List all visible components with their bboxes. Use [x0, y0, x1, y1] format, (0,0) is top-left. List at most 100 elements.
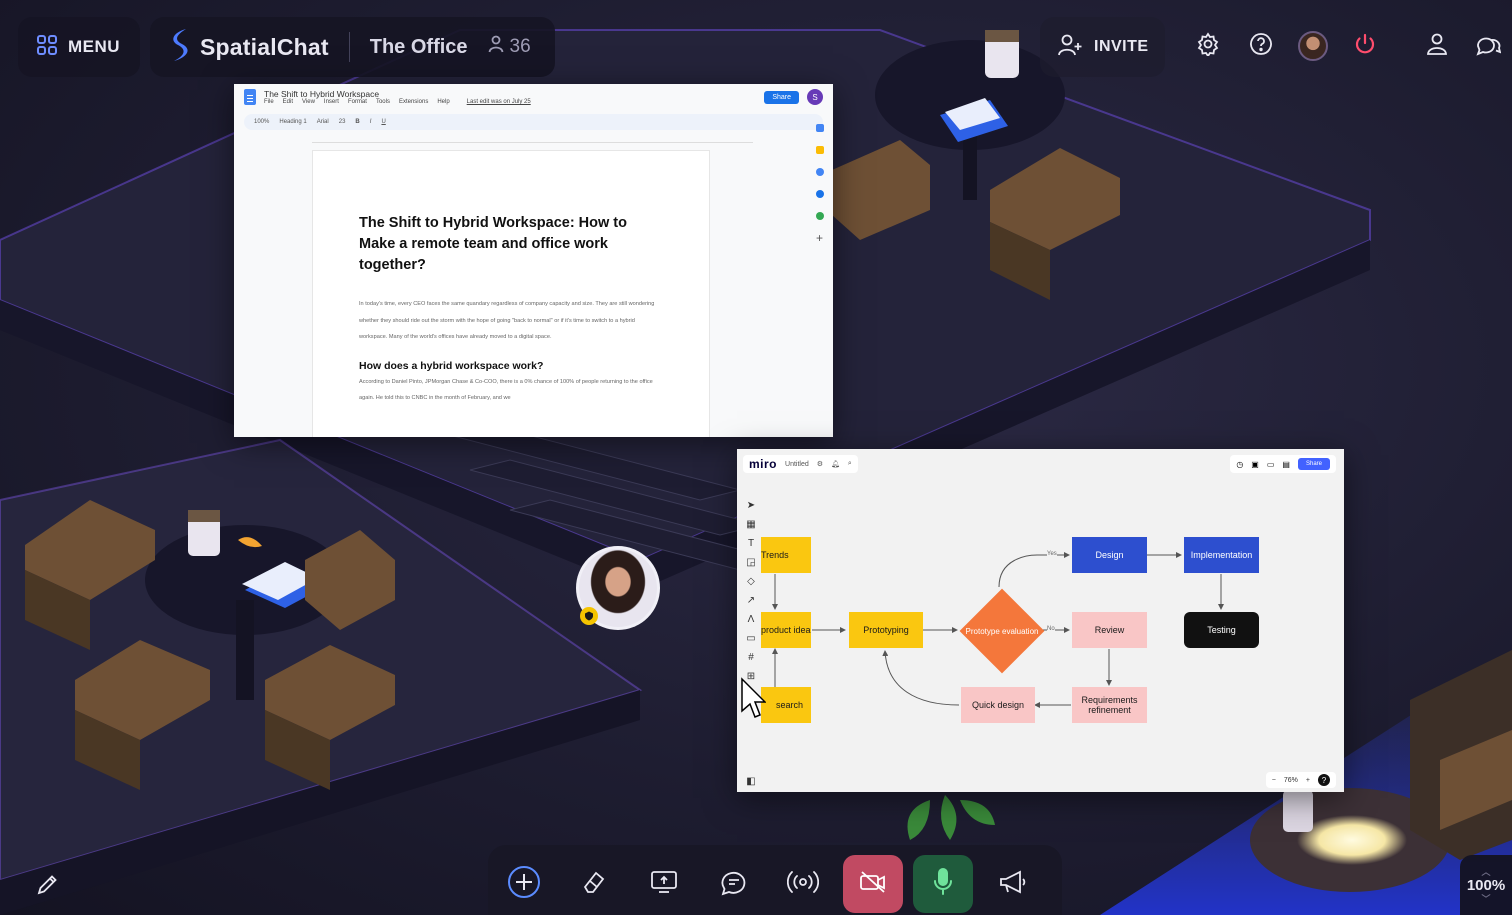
help-icon [1249, 32, 1273, 61]
keep-icon[interactable] [816, 146, 824, 154]
edge-label-yes: Yes [1047, 551, 1057, 557]
camera-toggle-button[interactable] [843, 855, 903, 913]
calendar-icon[interactable] [816, 124, 824, 132]
doc-title[interactable]: The Shift to Hybrid Workspace [264, 89, 531, 99]
screen-share-button[interactable] [634, 855, 694, 913]
doc-font-select[interactable]: Arial [317, 119, 329, 125]
doc-menu-insert[interactable]: Insert [324, 99, 339, 105]
leave-button[interactable] [1347, 28, 1383, 64]
doc-toolbar: 100% Heading 1 Arial 23 B I U [244, 114, 823, 130]
profile-button[interactable] [1419, 28, 1455, 64]
node-review[interactable]: Review [1072, 612, 1147, 648]
doc-zoom-select[interactable]: 100% [254, 119, 269, 125]
bold-icon[interactable]: B [355, 119, 359, 125]
spatialchat-stage: MENU SpatialChat The Office 36 INVITE Th… [0, 0, 1512, 915]
add-addon-icon[interactable]: + [816, 232, 824, 244]
doc-menu-file[interactable]: File [264, 99, 274, 105]
invite-label: INVITE [1094, 38, 1149, 55]
node-product-idea[interactable]: product idea [761, 612, 811, 648]
add-content-button[interactable] [494, 855, 554, 913]
node-search[interactable]: search [761, 687, 811, 723]
message-button[interactable] [704, 855, 764, 913]
node-trends[interactable]: Trends [761, 537, 811, 573]
doc-paragraph-1: In today's time, every CEO faces the sam… [359, 301, 655, 341]
google-docs-icon [244, 89, 256, 105]
megaphone-button[interactable] [983, 855, 1043, 913]
underline-icon[interactable]: U [381, 119, 385, 125]
microphone-icon [932, 867, 954, 902]
zoom-out-button[interactable]: − [1272, 777, 1276, 784]
room-header: SpatialChat The Office 36 [150, 17, 555, 77]
doc-menu-help[interactable]: Help [437, 99, 449, 105]
eraser-icon [581, 869, 607, 900]
doc-heading: The Shift to Hybrid Workspace: How to Ma… [359, 215, 627, 273]
doc-side-panel: + [813, 124, 827, 244]
profile-icon [1426, 33, 1448, 60]
tasks-icon[interactable] [816, 168, 824, 176]
doc-page[interactable]: The Shift to Hybrid Workspace: How to Ma… [312, 150, 710, 437]
broadcast-button[interactable] [773, 855, 833, 913]
participant-count[interactable]: 36 [488, 35, 531, 59]
my-avatar [1298, 31, 1328, 61]
screen-share-google-doc[interactable]: The Shift to Hybrid Workspace File Edit … [234, 84, 833, 437]
doc-menu-format[interactable]: Format [348, 99, 367, 105]
doc-menu-edit[interactable]: Edit [283, 99, 293, 105]
node-testing[interactable]: Testing [1184, 612, 1259, 648]
doc-ruler [312, 133, 753, 143]
chevron-up-icon[interactable]: ︿ [1481, 867, 1490, 877]
room-name: The Office [369, 35, 468, 58]
doc-user-avatar[interactable]: S [807, 89, 823, 105]
broadcast-icon [786, 870, 820, 899]
doc-style-select[interactable]: Heading 1 [279, 119, 306, 125]
doc-paragraph-2: According to Daniel Pinto, JPMorgan Chas… [359, 378, 653, 402]
node-implementation[interactable]: Implementation [1184, 537, 1259, 573]
miro-help-button[interactable]: ? [1318, 774, 1330, 786]
brand-name: SpatialChat [200, 33, 329, 60]
doc-titlebar: The Shift to Hybrid Workspace File Edit … [234, 84, 833, 110]
chat-icon [1475, 32, 1502, 61]
node-design[interactable]: Design [1072, 537, 1147, 573]
draw-button[interactable] [28, 866, 68, 906]
node-requirements-refinement[interactable]: Requirements refinement [1072, 687, 1147, 723]
invite-button[interactable]: INVITE [1040, 17, 1165, 77]
message-icon [720, 868, 748, 901]
pencil-icon [36, 872, 60, 901]
grid-icon [36, 34, 58, 61]
zoom-in-button[interactable]: + [1306, 777, 1310, 784]
miro-zoom-level: 76% [1283, 776, 1298, 784]
doc-size-input[interactable]: 23 [339, 119, 346, 125]
node-prototyping[interactable]: Prototyping [849, 612, 923, 648]
screen-share-miro-board[interactable]: miro Untitled ⚙ 🔔︎ ⌕ ◷ ▣ ▭ ▤ Share ➤ ▦ T… [737, 449, 1344, 792]
gear-icon [1196, 31, 1220, 61]
italic-icon[interactable]: I [370, 119, 372, 125]
microphone-toggle-button[interactable] [913, 855, 973, 913]
my-avatar-button[interactable] [1295, 28, 1331, 64]
settings-button[interactable] [1190, 28, 1226, 64]
doc-subheading: How does a hybrid workspace work? [359, 359, 544, 372]
chevron-down-icon[interactable]: ﹀ [1481, 894, 1490, 904]
plus-icon [506, 864, 542, 905]
doc-menu-extensions[interactable]: Extensions [399, 99, 428, 105]
doc-last-edit[interactable]: Last edit was on July 25 [467, 99, 531, 105]
eraser-button[interactable] [564, 855, 624, 913]
zoom-level-control[interactable]: ︿ 100% ﹀ [1460, 855, 1512, 915]
maps-icon[interactable] [816, 212, 824, 220]
spatialchat-logo-icon [168, 27, 192, 68]
edge-label-no: No [1047, 626, 1055, 632]
chat-button[interactable] [1470, 28, 1506, 64]
miro-zoom-controls: − 76% + ? [1265, 772, 1336, 788]
node-quick-design[interactable]: Quick design [961, 687, 1035, 723]
doc-share-button[interactable]: Share [764, 90, 799, 104]
participant-count-value: 36 [509, 36, 531, 57]
user-icon [488, 35, 504, 59]
add-user-icon [1058, 34, 1082, 61]
node-prototype-evaluation: Prototype evaluation [965, 626, 1039, 636]
menu-label: MENU [68, 37, 121, 56]
contacts-icon[interactable] [816, 190, 824, 198]
doc-menu-tools[interactable]: Tools [376, 99, 390, 105]
doc-menubar: File Edit View Insert Format Tools Exten… [264, 99, 531, 105]
help-button[interactable] [1243, 28, 1279, 64]
zoom-level-value: 100% [1466, 876, 1506, 894]
doc-menu-view[interactable]: View [302, 99, 315, 105]
menu-button[interactable]: MENU [18, 17, 140, 77]
